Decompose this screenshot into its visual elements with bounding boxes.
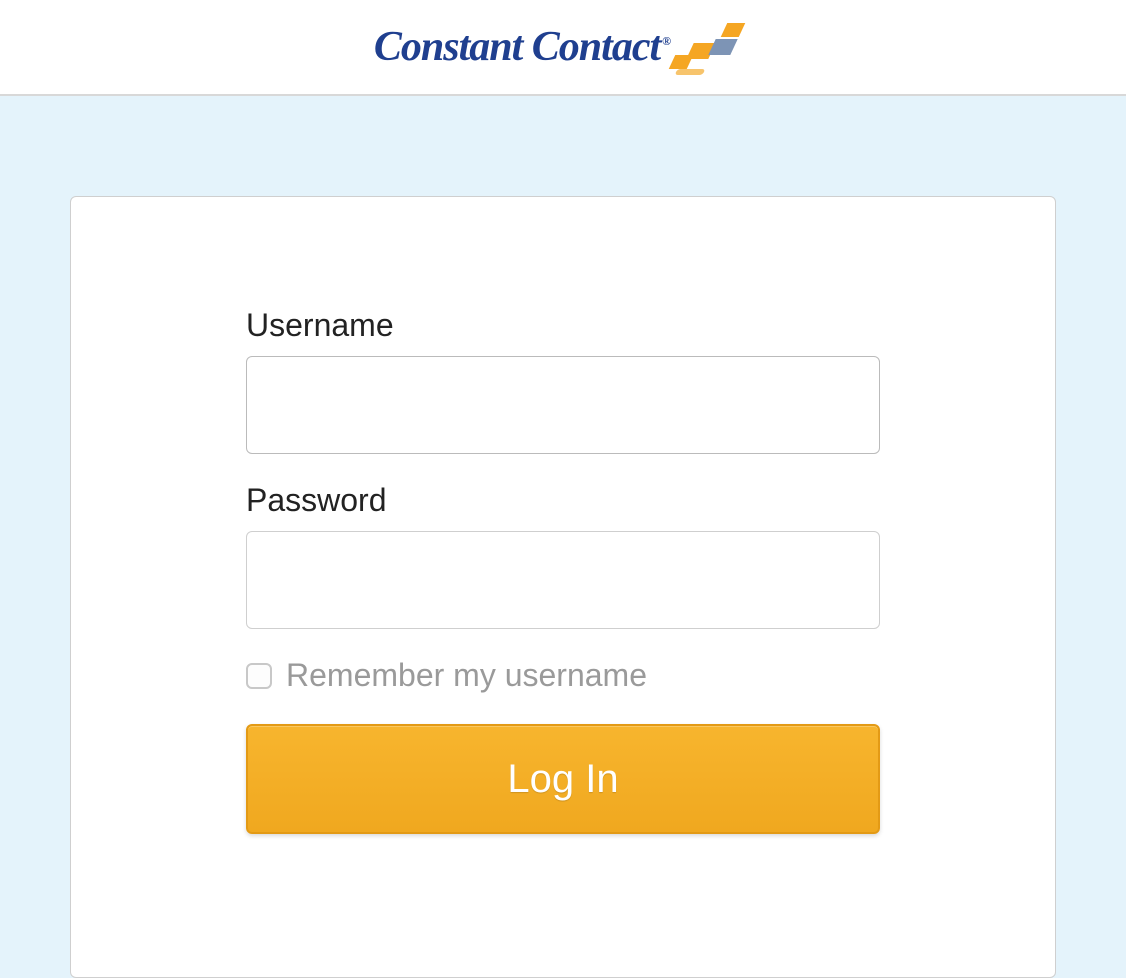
login-button[interactable]: Log In	[246, 724, 880, 834]
page-background: Username Password Remember my username L…	[0, 96, 1126, 978]
site-header: Constant Contact®	[0, 0, 1126, 96]
remember-label[interactable]: Remember my username	[286, 657, 647, 694]
username-label: Username	[246, 307, 880, 344]
username-field-group: Username	[246, 307, 880, 454]
registered-mark: ®	[662, 34, 670, 48]
password-label: Password	[246, 482, 880, 519]
password-input[interactable]	[246, 531, 880, 629]
brand-name-text: Constant Contact	[374, 24, 660, 70]
brand-logo: Constant Contact®	[374, 13, 752, 81]
login-card: Username Password Remember my username L…	[70, 196, 1056, 978]
brand-swoosh-icon	[672, 21, 752, 81]
brand-name: Constant Contact®	[374, 23, 670, 71]
remember-row: Remember my username	[246, 657, 880, 694]
password-field-group: Password	[246, 482, 880, 629]
username-input[interactable]	[246, 356, 880, 454]
remember-checkbox[interactable]	[246, 663, 272, 689]
